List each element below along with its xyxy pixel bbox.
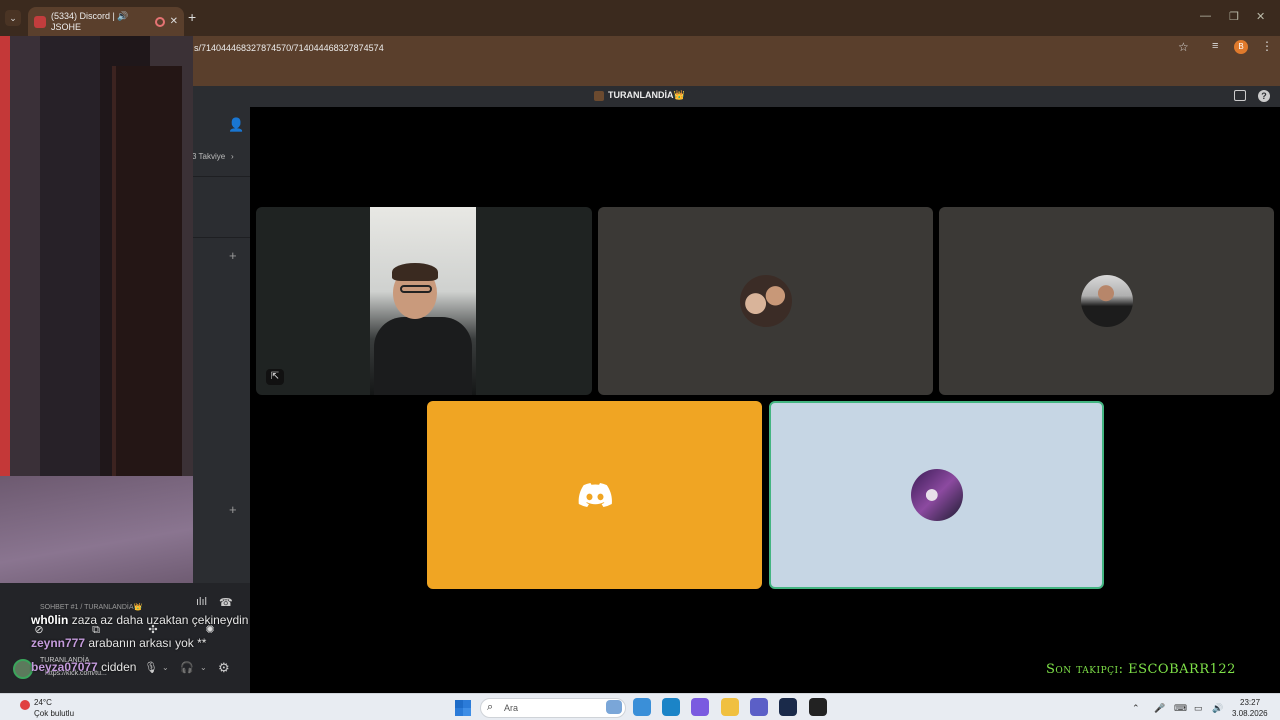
search-highlight-icon: [606, 700, 622, 714]
headphones-icon[interactable]: 🎧: [180, 661, 194, 674]
inbox-icon[interactable]: [1234, 90, 1246, 101]
edge-icon[interactable]: [662, 698, 680, 716]
help-icon[interactable]: ?: [1258, 90, 1270, 102]
chat-message: beyza07077 cidden: [31, 660, 136, 674]
minimize-icon[interactable]: —: [1200, 10, 1211, 22]
weather-desc[interactable]: Çok bulutlu: [34, 709, 74, 718]
discord-logo-icon: [578, 483, 612, 507]
divider: [192, 176, 250, 177]
popout-icon[interactable]: ⇱: [266, 369, 284, 385]
chat-text: arabanın arkası yok **: [88, 636, 207, 650]
chat-username: wh0lin: [31, 613, 69, 627]
discord-titlebar: [192, 86, 1280, 107]
invite-people-icon[interactable]: 👤: [228, 117, 244, 133]
chevron-down-icon[interactable]: ⌄: [200, 663, 207, 672]
url-field[interactable]: s/714044468327874570/714044468327874574: [194, 38, 1194, 58]
video-tile-user[interactable]: [598, 207, 933, 395]
steam-icon[interactable]: [779, 698, 797, 716]
server-title-text: TURANLANDİA👑: [608, 90, 685, 100]
gear-icon[interactable]: ⚙: [218, 660, 230, 676]
copilot-icon[interactable]: [691, 698, 709, 716]
noise-suppression-icon[interactable]: ılıl: [196, 596, 207, 608]
search-placeholder: Ara: [504, 703, 519, 713]
file-explorer-icon[interactable]: [721, 698, 739, 716]
microphone-icon[interactable]: 🎙: [144, 661, 158, 674]
restore-icon[interactable]: ❐: [1229, 10, 1239, 23]
avatar: [739, 275, 792, 327]
video-tile-camera[interactable]: ⇱: [256, 207, 592, 395]
chat-text: cidden: [101, 660, 137, 674]
media-controls-icon[interactable]: ≡: [1212, 40, 1218, 52]
user-avatar[interactable]: [13, 659, 33, 679]
keyboard-icon[interactable]: ⌨: [1174, 703, 1187, 714]
camera-feed: [370, 207, 476, 395]
chrome-icon[interactable]: [633, 698, 651, 716]
chevron-right-icon: ›: [231, 152, 234, 161]
tab-search-button[interactable]: ⌄: [5, 10, 21, 26]
server-title: TURANLANDİA👑: [594, 90, 685, 101]
clock-date[interactable]: 3.08.2026: [1232, 709, 1268, 718]
video-stage: [250, 107, 1280, 693]
video-tile-user[interactable]: [939, 207, 1274, 395]
last-follower-label: Son takipçi: ESCOBARR122: [1046, 662, 1236, 677]
divider: [192, 237, 250, 238]
weather-icon[interactable]: [20, 700, 30, 710]
person-glasses: [400, 285, 432, 293]
video-tile-default[interactable]: [427, 401, 762, 589]
add-channel-icon[interactable]: +: [229, 248, 237, 263]
video-tile-speaking[interactable]: [769, 401, 1104, 589]
person-body: [374, 317, 472, 395]
teams-icon[interactable]: [750, 698, 768, 716]
chat-text: zaza az daha uzaktan çekineydin: [71, 613, 249, 627]
tray-chevron-icon[interactable]: ⌃: [1132, 703, 1140, 714]
browser-menu-icon[interactable]: ⋮: [1261, 39, 1273, 53]
search-icon: ⌕: [487, 701, 494, 713]
chat-username: beyza07077: [31, 660, 98, 674]
bookmark-star-icon[interactable]: ☆: [1178, 40, 1189, 54]
browser-tab-discord[interactable]: (5334) Discord | 🔊 JSOHE ✕: [28, 7, 184, 36]
volume-icon[interactable]: 🔊: [1212, 703, 1223, 714]
tab-close-icon[interactable]: ✕: [170, 16, 178, 27]
taskbar-search[interactable]: [480, 698, 626, 718]
close-window-icon[interactable]: ✕: [1256, 10, 1265, 23]
person-hair: [392, 263, 438, 281]
microphone-tray-icon[interactable]: 🎤: [1154, 703, 1165, 714]
avatar: [1080, 275, 1133, 327]
chat-message: wh0lin zaza az daha uzaktan çekineydin: [31, 613, 248, 627]
tab-title: (5334) Discord | 🔊 JSOHE: [51, 11, 129, 32]
add-channel-icon[interactable]: +: [229, 502, 237, 517]
server-icon: [594, 90, 604, 101]
chat-username: zeynn777: [31, 636, 86, 650]
obs-icon[interactable]: [809, 698, 827, 716]
discord-favicon-icon: [34, 15, 46, 28]
network-icon[interactable]: ▭: [1194, 703, 1203, 714]
voice-channel-label[interactable]: SOHBET #1 / TURANLANDİA👑: [40, 603, 142, 611]
clock-time[interactable]: 23:27: [1240, 698, 1260, 707]
new-tab-button[interactable]: +: [188, 9, 196, 25]
screen: ⌄ (5334) Discord | 🔊 JSOHE ✕ + — ❐ ✕ s/7…: [0, 0, 1280, 720]
recording-icon: [154, 16, 165, 27]
chat-message: zeynn777 arabanın arkası yok **: [31, 636, 206, 650]
webcam-overlay: [0, 36, 193, 608]
chevron-down-icon[interactable]: ⌄: [162, 663, 169, 672]
profile-avatar[interactable]: B: [1234, 40, 1248, 54]
boost-label[interactable]: 3 Takviye: [192, 152, 225, 161]
disconnect-icon[interactable]: ☎: [219, 596, 233, 609]
windows-start-icon[interactable]: [455, 700, 471, 716]
avatar: [910, 469, 963, 521]
weather-temp[interactable]: 24°C: [34, 698, 52, 707]
